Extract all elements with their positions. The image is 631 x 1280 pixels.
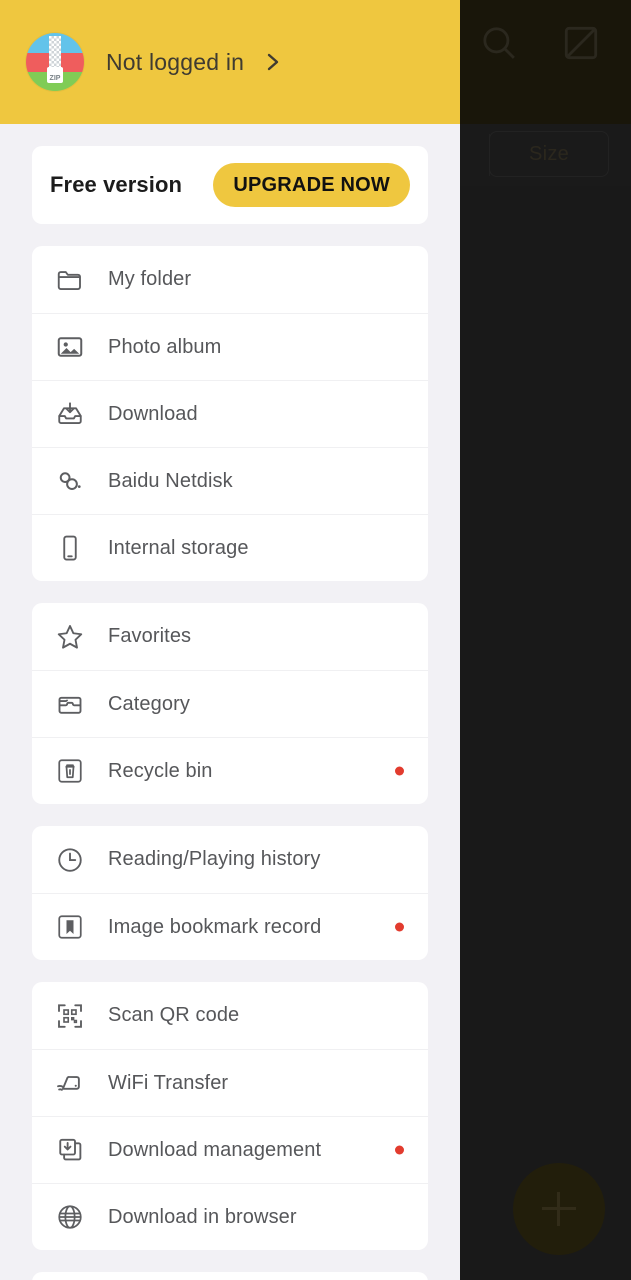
upgrade-card: Free version UPGRADE NOW — [32, 146, 428, 224]
trash-icon — [52, 753, 88, 789]
menu-item-download-in-browser[interactable]: Download in browser — [32, 1183, 428, 1250]
drawer-menu-groups: My folder Photo album Download Baidu Netdis… — [0, 246, 460, 1280]
upgrade-now-button[interactable]: UPGRADE NOW — [213, 163, 410, 207]
avatar-zip-tab: ZIP — [47, 67, 63, 83]
qr-code-icon — [52, 998, 88, 1034]
menu-item-label: Reading/Playing history — [108, 848, 321, 870]
menu-card-library: Favorites Category Recycle bin — [32, 603, 428, 804]
baidu-netdisk-icon — [52, 463, 88, 499]
image-icon — [52, 329, 88, 365]
menu-item-label: Download in browser — [108, 1205, 297, 1228]
menu-item-label: Image bookmark record — [108, 915, 322, 938]
notification-badge-dot — [395, 922, 404, 932]
menu-item-category[interactable]: Category — [32, 670, 428, 737]
globe-icon — [52, 1199, 88, 1235]
download-inbox-icon — [52, 396, 88, 432]
star-icon — [52, 619, 88, 655]
menu-item-my-folder[interactable]: My folder — [32, 246, 428, 313]
bookmark-icon — [52, 909, 88, 945]
menu-item-label: Category — [108, 692, 190, 715]
zip-app-avatar[interactable]: ZIP — [26, 33, 84, 91]
drawer-scrim[interactable] — [460, 0, 631, 1280]
menu-item-label: Baidu Netdisk — [108, 469, 233, 492]
menu-item-label: WiFi Transfer — [108, 1071, 229, 1094]
drawers-icon — [52, 686, 88, 722]
menu-item-scan-qr-code[interactable]: Scan QR code — [32, 982, 428, 1049]
menu-item-download-management[interactable]: Download management — [32, 1116, 428, 1183]
menu-item-label: Recycle bin — [108, 759, 213, 782]
menu-item-image-bookmark-record[interactable]: Image bookmark record — [32, 893, 428, 960]
menu-item-wifi-transfer[interactable]: WiFi Transfer — [32, 1049, 428, 1116]
menu-item-label: Internal storage — [108, 536, 249, 559]
clock-icon — [52, 842, 88, 878]
menu-item-download[interactable]: Download — [32, 380, 428, 447]
navigation-drawer: ZIP Not logged in Free version UPGRADE N… — [0, 0, 460, 1280]
menu-item-reading-playing-history[interactable]: Reading/Playing history — [32, 826, 428, 893]
account-status-label: Not logged in — [106, 48, 245, 75]
menu-item-label: My folder — [108, 268, 192, 290]
drawer-account-header[interactable]: ZIP Not logged in — [0, 0, 460, 124]
menu-item-baidu-netdisk[interactable]: Baidu Netdisk — [32, 447, 428, 514]
menu-item-label: Download management — [108, 1138, 322, 1161]
menu-item-label: Scan QR code — [108, 1004, 240, 1026]
upgrade-row: Free version UPGRADE NOW — [32, 146, 428, 224]
menu-item-favorites[interactable]: Favorites — [32, 603, 428, 670]
version-label: Free version — [50, 172, 183, 197]
menu-card-tools: Scan QR code WiFi Transfer Download manage… — [32, 982, 428, 1250]
menu-item-label: Download — [108, 402, 198, 425]
menu-item-photo-album[interactable]: Photo album — [32, 313, 428, 380]
download-manager-icon — [52, 1132, 88, 1168]
drawer-menu-scroll[interactable]: Free version UPGRADE NOW My folder Photo … — [0, 146, 460, 1280]
menu-card-storage-sources: My folder Photo album Download Baidu Netdis… — [32, 246, 428, 581]
folder-icon — [52, 262, 88, 298]
menu-card-more — [32, 1272, 428, 1280]
wifi-transfer-icon — [52, 1065, 88, 1101]
menu-item-recycle-bin[interactable]: Recycle bin — [32, 737, 428, 804]
notification-badge-dot — [395, 766, 404, 776]
phone-icon — [52, 530, 88, 566]
screen: Size ZIP Not logged in Free version UPGR… — [0, 0, 631, 1280]
notification-badge-dot — [395, 1145, 404, 1155]
menu-item-label: Photo album — [108, 335, 222, 358]
chevron-right-icon — [260, 50, 284, 74]
menu-item-internal-storage[interactable]: Internal storage — [32, 514, 428, 581]
menu-item-label: Favorites — [108, 625, 192, 647]
menu-card-history: Reading/Playing history Image bookmark re… — [32, 826, 428, 960]
